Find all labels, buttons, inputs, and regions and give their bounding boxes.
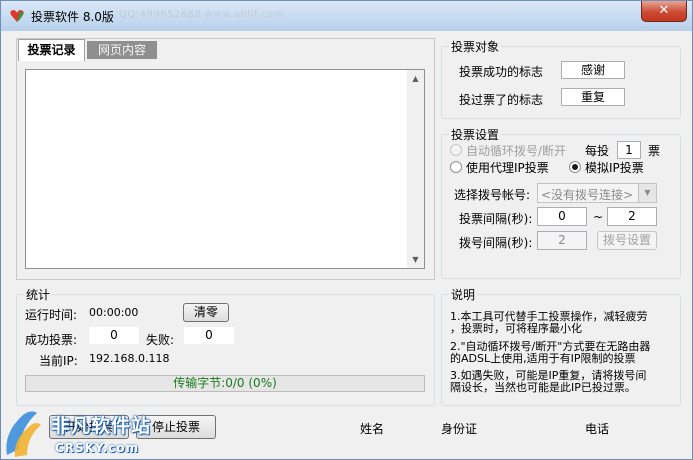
proxy-ip-radio[interactable] — [450, 161, 462, 173]
stats-title: 统计 — [24, 286, 53, 303]
runtime-value: 00:00:00 — [89, 306, 139, 319]
tab-web-content[interactable]: 网页内容 — [87, 41, 157, 59]
column-name-header: 姓名 — [360, 422, 385, 436]
dial-account-label: 选择拨号帐号: — [454, 188, 531, 202]
scroll-up-icon[interactable]: ▲ — [407, 70, 424, 87]
title-watermark: QQ:499652688 www.ahlif.com — [119, 9, 284, 20]
dial-settings-button[interactable]: 拨号设置 — [597, 231, 657, 250]
vote-target-title: 投票对象 — [449, 38, 502, 55]
chevron-down-icon: ▼ — [638, 184, 656, 202]
vote-log-textarea[interactable]: ▲ ▼ — [25, 69, 425, 269]
close-icon: ✕ — [658, 3, 670, 18]
fail-count-label: 失败: — [146, 333, 175, 347]
current-ip-label: 当前IP: — [39, 354, 78, 368]
watermark-text: 非凡软件站 — [51, 415, 152, 437]
vote-interval-min-input[interactable]: 0 — [537, 207, 587, 226]
per-vote-label: 每投 — [585, 144, 610, 158]
note-line: 隔设长，当然也可能是此IP已投过票。 — [450, 381, 636, 394]
vote-interval-label: 投票间隔(秒): — [459, 212, 533, 226]
column-phone-header: 电话 — [585, 422, 610, 436]
voted-flag-label: 投过票了的标志 — [459, 93, 544, 107]
progress-text: 传输字节:0/0 (0%) — [173, 376, 277, 390]
dial-interval-input[interactable]: 2 — [537, 231, 587, 250]
vote-interval-separator: ~ — [593, 210, 604, 224]
success-flag-input[interactable]: 感谢 — [561, 61, 625, 79]
auto-dial-radio[interactable] — [450, 144, 462, 156]
current-ip-value: 192.168.0.118 — [89, 352, 170, 365]
auto-dial-label: 自动循环拨号/断开 — [466, 144, 567, 158]
simulate-ip-radio[interactable] — [569, 161, 581, 173]
app-heart-icon — [10, 10, 24, 22]
success-flag-label: 投票成功的标志 — [459, 65, 544, 79]
title-bar[interactable]: 投票软件 8.0版 QQ:499652688 www.ahlif.com ✕ — [1, 1, 692, 31]
dial-account-select[interactable]: <没有拨号连接> ▼ — [537, 183, 657, 203]
success-count-value: 0 — [89, 327, 139, 344]
vote-settings-title: 投票设置 — [449, 126, 502, 143]
transfer-progress-bar: 传输字节:0/0 (0%) — [25, 375, 425, 392]
runtime-label: 运行时间: — [25, 308, 78, 322]
vote-target-group: 投票对象 — [441, 38, 681, 119]
dial-account-value: <没有拨号连接> — [541, 188, 634, 202]
window-title: 投票软件 8.0版 — [31, 10, 114, 24]
simulate-ip-label: 模拟IP投票 — [585, 161, 644, 175]
dial-interval-label: 拨号间隔(秒): — [459, 236, 533, 250]
note-line: 的ADSL上使用,适用于有IP限制的投票 — [450, 352, 636, 365]
radio-selected-dot — [572, 164, 578, 170]
column-id-header: 身份证 — [441, 422, 478, 436]
per-vote-input[interactable]: 1 — [617, 141, 641, 159]
tab-vote-records[interactable]: 投票记录 — [18, 39, 85, 61]
clear-button[interactable]: 清零 — [183, 303, 229, 322]
notes-title: 说明 — [449, 286, 478, 303]
watermark-subtext: CRSKY.com — [55, 441, 140, 455]
scroll-down-icon[interactable]: ▼ — [407, 251, 424, 268]
per-vote-unit: 票 — [648, 144, 661, 158]
close-button[interactable]: ✕ — [641, 1, 687, 22]
log-scrollbar[interactable]: ▲ ▼ — [407, 70, 424, 268]
note-line: ，投票时，可将程序最小化 — [450, 322, 582, 335]
voted-flag-input[interactable]: 重复 — [561, 88, 625, 106]
main-window: 投票软件 8.0版 QQ:499652688 www.ahlif.com ✕ 投… — [0, 0, 693, 460]
success-count-label: 成功投票: — [25, 333, 78, 347]
vote-interval-max-input[interactable]: 2 — [607, 207, 657, 226]
proxy-ip-label: 使用代理IP投票 — [466, 161, 549, 175]
fail-count-value: 0 — [184, 327, 234, 344]
